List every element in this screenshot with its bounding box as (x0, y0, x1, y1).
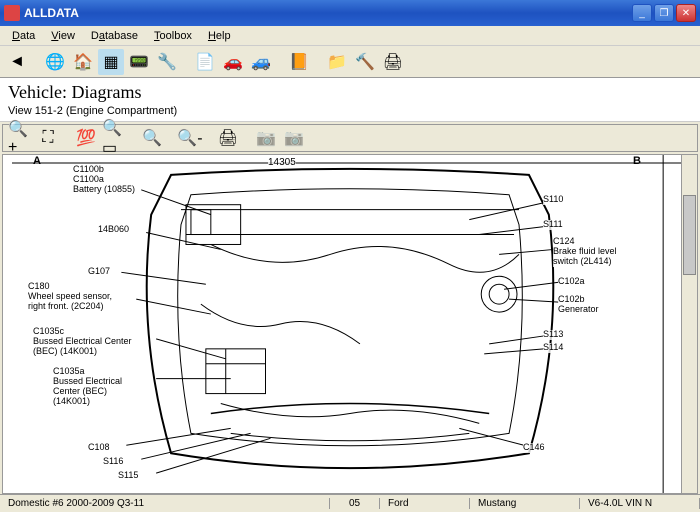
zoomout-icon[interactable]: 🔍- (177, 125, 203, 151)
ruler-top-a: A (33, 155, 41, 167)
main-toolbar: ◄ 🌐 🏠 ▦ 📟 🔧 📄 🚗 🚙 📙 📁 🔨 🖨 (0, 46, 700, 78)
ruler-top-b: B (633, 155, 641, 167)
diagram-callout: C1035aBussed ElectricalCenter (BEC)(14K0… (53, 367, 122, 407)
print-icon[interactable]: 🖨 (380, 49, 406, 75)
diagram-callout: S115 (118, 471, 138, 481)
status-model: Mustang (470, 498, 580, 509)
window-title: ALLDATA (24, 6, 632, 20)
back-button[interactable]: ◄ (4, 49, 30, 75)
car-icon[interactable]: 🚙 (248, 49, 274, 75)
diagram-callout: G107 (88, 267, 110, 277)
home-icon[interactable]: 🏠 (70, 49, 96, 75)
diagram-callout: C102bGenerator (558, 295, 599, 315)
diagram-callout: S111 (543, 220, 563, 230)
zoomarea-icon[interactable]: 🔍▭ (101, 125, 127, 151)
cam2-icon: 📷 (281, 125, 307, 151)
content-header: Vehicle: Diagrams View 151-2 (Engine Com… (0, 78, 700, 122)
diagram-callout: C180Wheel speed sensor,right front. (2C2… (28, 282, 112, 312)
diagram-top-label: 14305 (268, 157, 296, 168)
wrench-icon[interactable]: 🔧 (154, 49, 180, 75)
statusbar: Domestic #6 2000-2009 Q3-11 05 Ford Must… (0, 494, 700, 512)
diagram-callout: S113 (543, 330, 563, 340)
diagram-callout: C108 (88, 443, 110, 453)
status-make: Ford (380, 498, 470, 509)
diagram-callout: S114 (543, 343, 563, 353)
fit-icon[interactable]: ⛶ (35, 125, 61, 151)
vertical-scrollbar[interactable] (681, 155, 697, 493)
diagram-callout: C1100bC1100aBattery (10855) (73, 165, 135, 195)
diagram-callout: C124Brake fluid levelswitch (2L414) (553, 237, 617, 267)
diagram-callout: 14B060 (98, 225, 129, 235)
diagram-callout: C102a (558, 277, 585, 287)
tool-icon[interactable]: 🔨 (352, 49, 378, 75)
book-icon[interactable]: 📙 (286, 49, 312, 75)
page-title: Vehicle: Diagrams (8, 82, 692, 103)
newcar-icon[interactable]: 🚗 (220, 49, 246, 75)
scan-icon[interactable]: 📟 (126, 49, 152, 75)
highlight-icon[interactable]: ▦ (98, 49, 124, 75)
diagram-callout: C146 (523, 443, 545, 453)
menu-view[interactable]: View (43, 28, 83, 44)
paper-icon[interactable]: 📄 (192, 49, 218, 75)
titlebar: ALLDATA _ ❐ ✕ (0, 0, 700, 26)
app-icon (4, 5, 20, 21)
menu-toolbox[interactable]: Toolbox (146, 28, 200, 44)
view-subtitle: View 151-2 (Engine Compartment) (8, 105, 692, 117)
folder-icon[interactable]: 📁 (324, 49, 350, 75)
close-button[interactable]: ✕ (676, 4, 696, 22)
diagram-viewer[interactable]: A B A B C D 14305 C1100bC1100aBattery (1… (2, 154, 698, 494)
zoom-icon[interactable]: 🔍 (139, 125, 165, 151)
maximize-button[interactable]: ❐ (654, 4, 674, 22)
globe-icon[interactable]: 🌐 (42, 49, 68, 75)
minimize-button[interactable]: _ (632, 4, 652, 22)
zoom100-icon[interactable]: 💯 (73, 125, 99, 151)
status-engine: V6-4.0L VIN N (580, 498, 700, 509)
menu-help[interactable]: Help (200, 28, 239, 44)
menu-data[interactable]: Data (4, 28, 43, 44)
diagram-callout: C1035cBussed Electrical Center(BEC) (14K… (33, 327, 132, 357)
print2-icon[interactable]: 🖨 (215, 125, 241, 151)
status-year: 05 (330, 498, 380, 509)
menu-database[interactable]: Database (83, 28, 146, 44)
diagram-toolbar: 🔍+ ⛶ 💯 🔍▭ 🔍 🔍- 🖨 📷 📷 (2, 124, 698, 152)
cam1-icon: 📷 (253, 125, 279, 151)
zoomin-icon[interactable]: 🔍+ (7, 125, 33, 151)
diagram-callout: S110 (543, 195, 563, 205)
status-dataset: Domestic #6 2000-2009 Q3-11 (0, 498, 330, 509)
menubar: Data View Database Toolbox Help (0, 26, 700, 46)
diagram-callout: S116 (103, 457, 123, 467)
